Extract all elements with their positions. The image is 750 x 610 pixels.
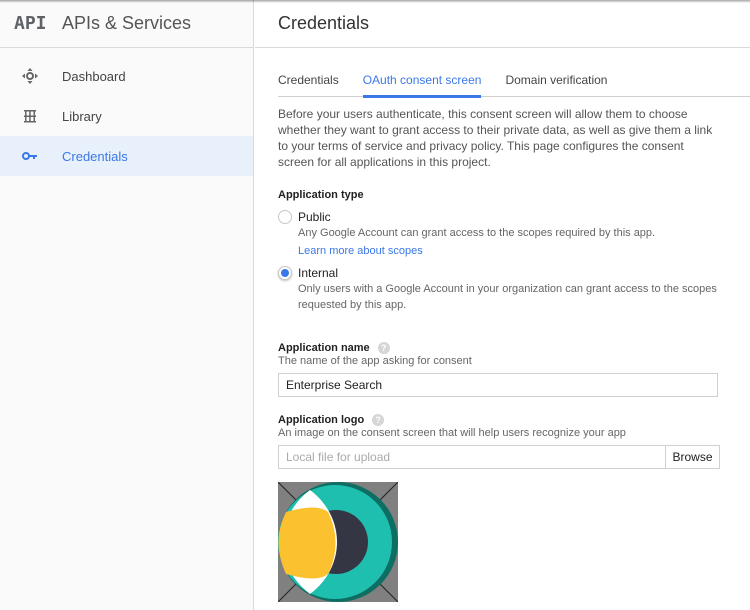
browse-button[interactable]: Browse <box>665 445 720 469</box>
main-header: Credentials <box>255 0 750 48</box>
sidebar-item-credentials[interactable]: Credentials <box>0 136 253 176</box>
logo-file-input[interactable]: Local file for upload <box>278 445 665 469</box>
help-icon[interactable]: ? <box>377 342 390 354</box>
sidebar: API APIs & Services Dashboard Library Cr… <box>0 0 254 610</box>
file-upload-row: Local file for upload Browse <box>278 445 723 469</box>
library-icon <box>0 109 62 123</box>
tab-credentials[interactable]: Credentials <box>278 66 339 97</box>
sidebar-item-label: Credentials <box>62 148 128 164</box>
application-logo-field: Application logo ? An image on the conse… <box>278 414 723 469</box>
sidebar-item-dashboard[interactable]: Dashboard <box>0 56 253 96</box>
application-name-description: The name of the app asking for consent <box>278 355 472 367</box>
application-logo-description: An image on the consent screen that will… <box>278 427 626 439</box>
sidebar-item-label: Library <box>62 108 102 124</box>
tab-bar: Credentials OAuth consent screen Domain … <box>278 66 750 98</box>
page-title: Credentials <box>278 13 370 33</box>
help-icon[interactable]: ? <box>372 414 385 426</box>
public-radio-description: Any Google Account can grant access to t… <box>298 227 656 239</box>
radio-selected-dot <box>281 269 289 277</box>
application-name-field: Application name ? The name of the app a… <box>278 342 723 397</box>
api-logo: API <box>14 13 47 34</box>
tab-domain-verification[interactable]: Domain verification <box>505 66 607 97</box>
sidebar-title[interactable]: APIs & Services <box>62 13 191 34</box>
internal-radio[interactable] <box>278 266 292 280</box>
sidebar-item-label: Dashboard <box>62 68 126 84</box>
main-panel: Credentials Credentials OAuth consent sc… <box>255 0 750 610</box>
consent-form: Before your users authenticate, this con… <box>278 106 723 602</box>
key-icon <box>0 151 62 161</box>
learn-more-scopes-link[interactable]: Learn more about scopes <box>298 243 423 259</box>
application-name-label: Application name <box>278 342 370 354</box>
public-radio[interactable] <box>278 210 292 224</box>
sidebar-header: API APIs & Services <box>0 0 253 48</box>
internal-radio-label: Internal <box>298 266 339 280</box>
radio-option-internal[interactable]: Internal Only users with a Google Accoun… <box>278 265 723 313</box>
tab-oauth-consent-screen[interactable]: OAuth consent screen <box>362 66 481 98</box>
sidebar-item-library[interactable]: Library <box>0 96 253 136</box>
public-radio-label: Public <box>298 210 331 224</box>
intro-text: Before your users authenticate, this con… <box>278 107 713 169</box>
application-logo-label: Application logo <box>278 414 365 426</box>
internal-radio-description: Only users with a Google Account in your… <box>298 283 717 311</box>
sidebar-nav: Dashboard Library Credentials <box>0 56 253 176</box>
application-name-input[interactable] <box>278 373 718 397</box>
application-type-label: Application type <box>278 189 364 201</box>
logo-preview-image <box>278 482 398 602</box>
top-shadow <box>0 0 750 3</box>
radio-option-public[interactable]: Public Any Google Account can grant acce… <box>278 209 655 259</box>
dashboard-icon <box>0 68 62 84</box>
